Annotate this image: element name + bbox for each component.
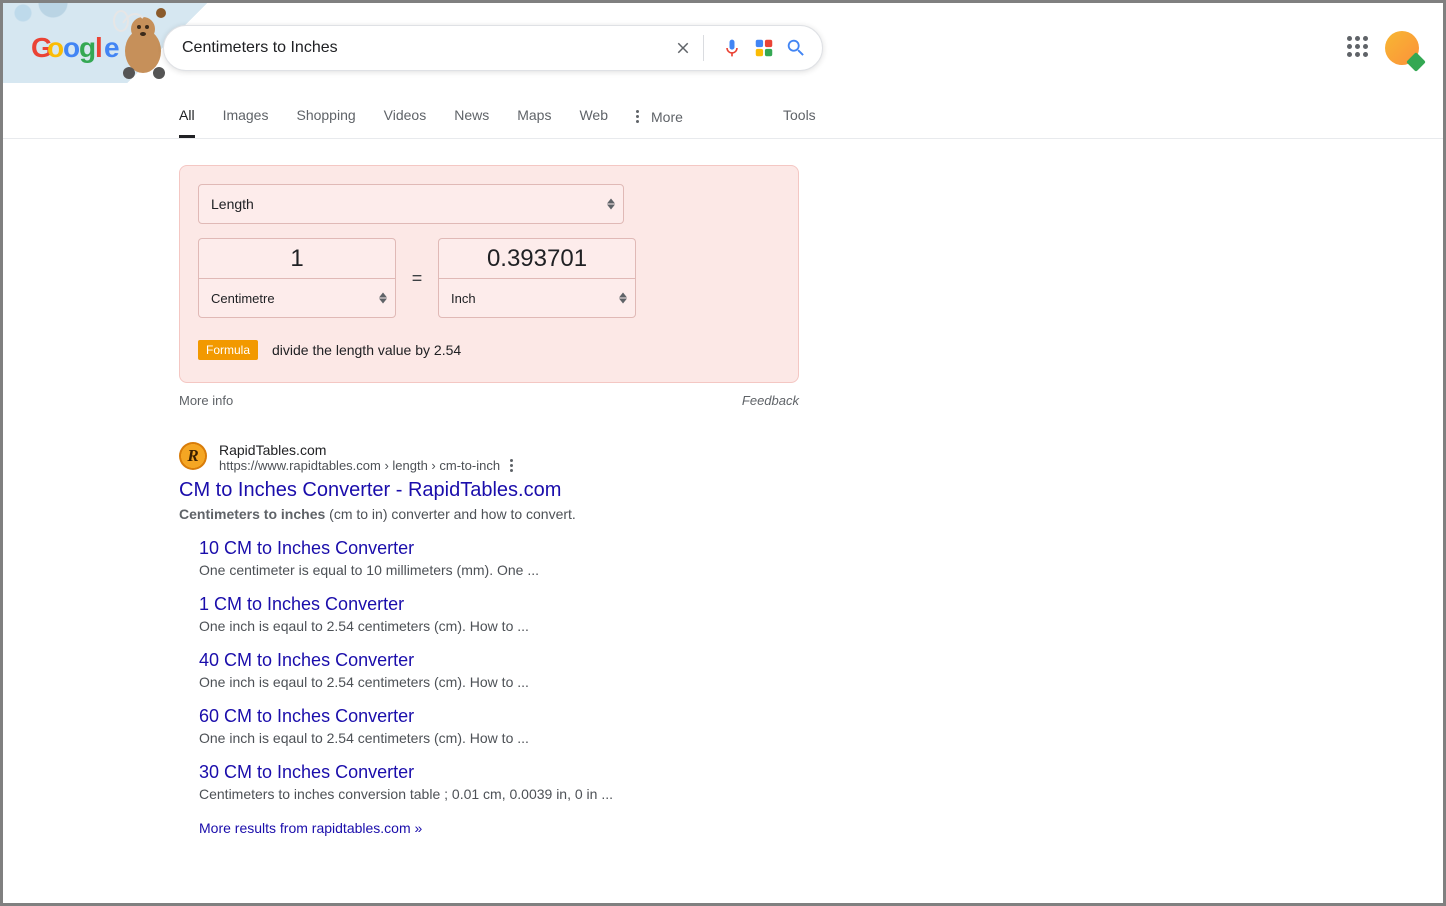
to-value-input[interactable] xyxy=(438,238,636,278)
sitelink-title[interactable]: 30 CM to Inches Converter xyxy=(199,762,819,783)
chevron-updown-icon xyxy=(379,293,387,304)
google-apps-icon[interactable] xyxy=(1347,36,1371,60)
feedback-link[interactable]: Feedback xyxy=(742,393,799,408)
sitelink-title[interactable]: 60 CM to Inches Converter xyxy=(199,706,819,727)
tab-all[interactable]: All xyxy=(179,97,195,138)
image-search-icon[interactable] xyxy=(752,36,776,60)
header: Google xyxy=(3,3,1443,71)
separator xyxy=(703,35,704,61)
site-name: RapidTables.com xyxy=(219,442,513,458)
from-unit-select[interactable]: Centimetre xyxy=(198,278,396,318)
tab-maps[interactable]: Maps xyxy=(517,97,551,138)
sitelink-snippet: One centimeter is equal to 10 millimeter… xyxy=(199,562,819,578)
account-avatar[interactable] xyxy=(1385,31,1419,65)
search-input[interactable] xyxy=(178,39,663,57)
search-tabs: AllImagesShoppingVideosNewsMapsWeb More … xyxy=(3,97,1443,139)
category-label: Length xyxy=(211,196,254,212)
search-result: R RapidTables.com https://www.rapidtable… xyxy=(179,442,819,836)
result-menu-icon[interactable] xyxy=(510,459,513,472)
tab-shopping[interactable]: Shopping xyxy=(296,97,355,138)
to-unit-select[interactable]: Inch xyxy=(438,278,636,318)
from-unit-label: Centimetre xyxy=(211,291,275,306)
sitelink-snippet: One inch is eqaul to 2.54 centimeters (c… xyxy=(199,674,819,690)
to-unit-label: Inch xyxy=(451,291,476,306)
chevron-updown-icon xyxy=(619,293,627,304)
chevron-updown-icon xyxy=(607,199,615,210)
sitelink-snippet: Centimeters to inches conversion table ;… xyxy=(199,786,819,802)
sitelink-snippet: One inch is eqaul to 2.54 centimeters (c… xyxy=(199,618,819,634)
more-info-link[interactable]: More info xyxy=(179,393,233,408)
google-logo[interactable]: Google xyxy=(31,30,123,66)
tab-web[interactable]: Web xyxy=(579,97,608,138)
sitelink-snippet: One inch is eqaul to 2.54 centimeters (c… xyxy=(199,730,819,746)
sitelink: 1 CM to Inches Converter One inch is eqau… xyxy=(199,594,819,634)
clear-icon[interactable] xyxy=(671,36,695,60)
voice-search-icon[interactable] xyxy=(720,36,744,60)
sitelink-title[interactable]: 40 CM to Inches Converter xyxy=(199,650,819,671)
site-url: https://www.rapidtables.com › length › c… xyxy=(219,458,500,473)
result-title-link[interactable]: CM to Inches Converter - RapidTables.com xyxy=(179,479,819,502)
result-snippet: Centimeters to inches (cm to in) convert… xyxy=(179,506,819,522)
tools-button[interactable]: Tools xyxy=(783,107,816,123)
tab-images[interactable]: Images xyxy=(223,97,269,138)
sitelink: 60 CM to Inches Converter One inch is eqa… xyxy=(199,706,819,746)
category-select[interactable]: Length xyxy=(198,184,624,224)
sitelink-title[interactable]: 10 CM to Inches Converter xyxy=(199,538,819,559)
svg-text:g: g xyxy=(79,32,96,63)
search-bar xyxy=(163,25,823,71)
sitelink-title[interactable]: 1 CM to Inches Converter xyxy=(199,594,819,615)
tab-more[interactable]: More xyxy=(636,99,683,137)
from-value-input[interactable] xyxy=(198,238,396,278)
svg-text:e: e xyxy=(104,32,120,63)
sitelink: 30 CM to Inches Converter Centimeters to … xyxy=(199,762,819,802)
svg-text:o: o xyxy=(63,32,80,63)
sitelink: 40 CM to Inches Converter One inch is eqa… xyxy=(199,650,819,690)
search-icon[interactable] xyxy=(784,36,808,60)
svg-text:o: o xyxy=(47,32,64,63)
sitelink: 10 CM to Inches Converter One centimeter … xyxy=(199,538,819,578)
unit-converter: Length Centimetre = Inch xyxy=(179,165,799,383)
equals-sign: = xyxy=(410,268,424,289)
more-results-link[interactable]: More results from rapidtables.com » xyxy=(199,820,819,836)
formula-badge: Formula xyxy=(198,340,258,360)
site-favicon: R xyxy=(179,442,207,470)
tab-news[interactable]: News xyxy=(454,97,489,138)
formula-text: divide the length value by 2.54 xyxy=(272,342,461,358)
tab-videos[interactable]: Videos xyxy=(384,97,427,138)
svg-text:l: l xyxy=(95,32,103,63)
